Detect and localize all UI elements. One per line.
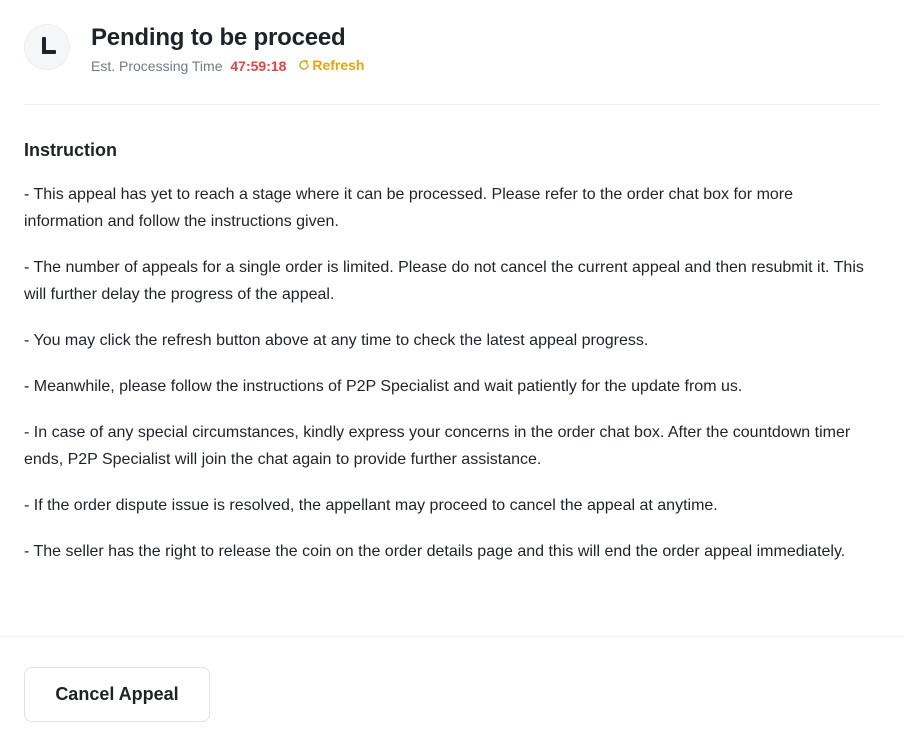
divider	[0, 636, 904, 637]
countdown-timer: 47:59:18	[230, 58, 287, 74]
appeal-status-header: Pending to be proceed Est. Processing Ti…	[24, 22, 880, 82]
refresh-button[interactable]: Refresh	[298, 56, 364, 74]
divider	[24, 104, 880, 105]
processing-time-row: Est. Processing Time 47:59:18 Refresh	[91, 56, 364, 75]
instruction-list: - This appeal has yet to reach a stage w…	[24, 181, 874, 584]
page-title: Pending to be proceed	[91, 24, 346, 51]
instruction-item: - Meanwhile, please follow the instructi…	[24, 378, 743, 395]
instruction-heading: Instruction	[24, 140, 117, 160]
est-processing-label: Est. Processing Time	[91, 58, 223, 74]
instruction-item: - This appeal has yet to reach a stage w…	[24, 186, 794, 230]
instruction-item: - If the order dispute issue is resolved…	[24, 497, 718, 514]
refresh-label: Refresh	[312, 57, 365, 73]
cancel-appeal-button[interactable]: Cancel Appeal	[24, 667, 210, 722]
instruction-item: - The seller has the right to release th…	[24, 543, 846, 560]
clock-icon	[24, 24, 70, 70]
instruction-item: - In case of any special circumstances, …	[24, 424, 851, 468]
instruction-item: - You may click the refresh button above…	[24, 332, 649, 349]
instruction-item: - The number of appeals for a single ord…	[24, 259, 864, 303]
refresh-icon	[299, 59, 310, 70]
